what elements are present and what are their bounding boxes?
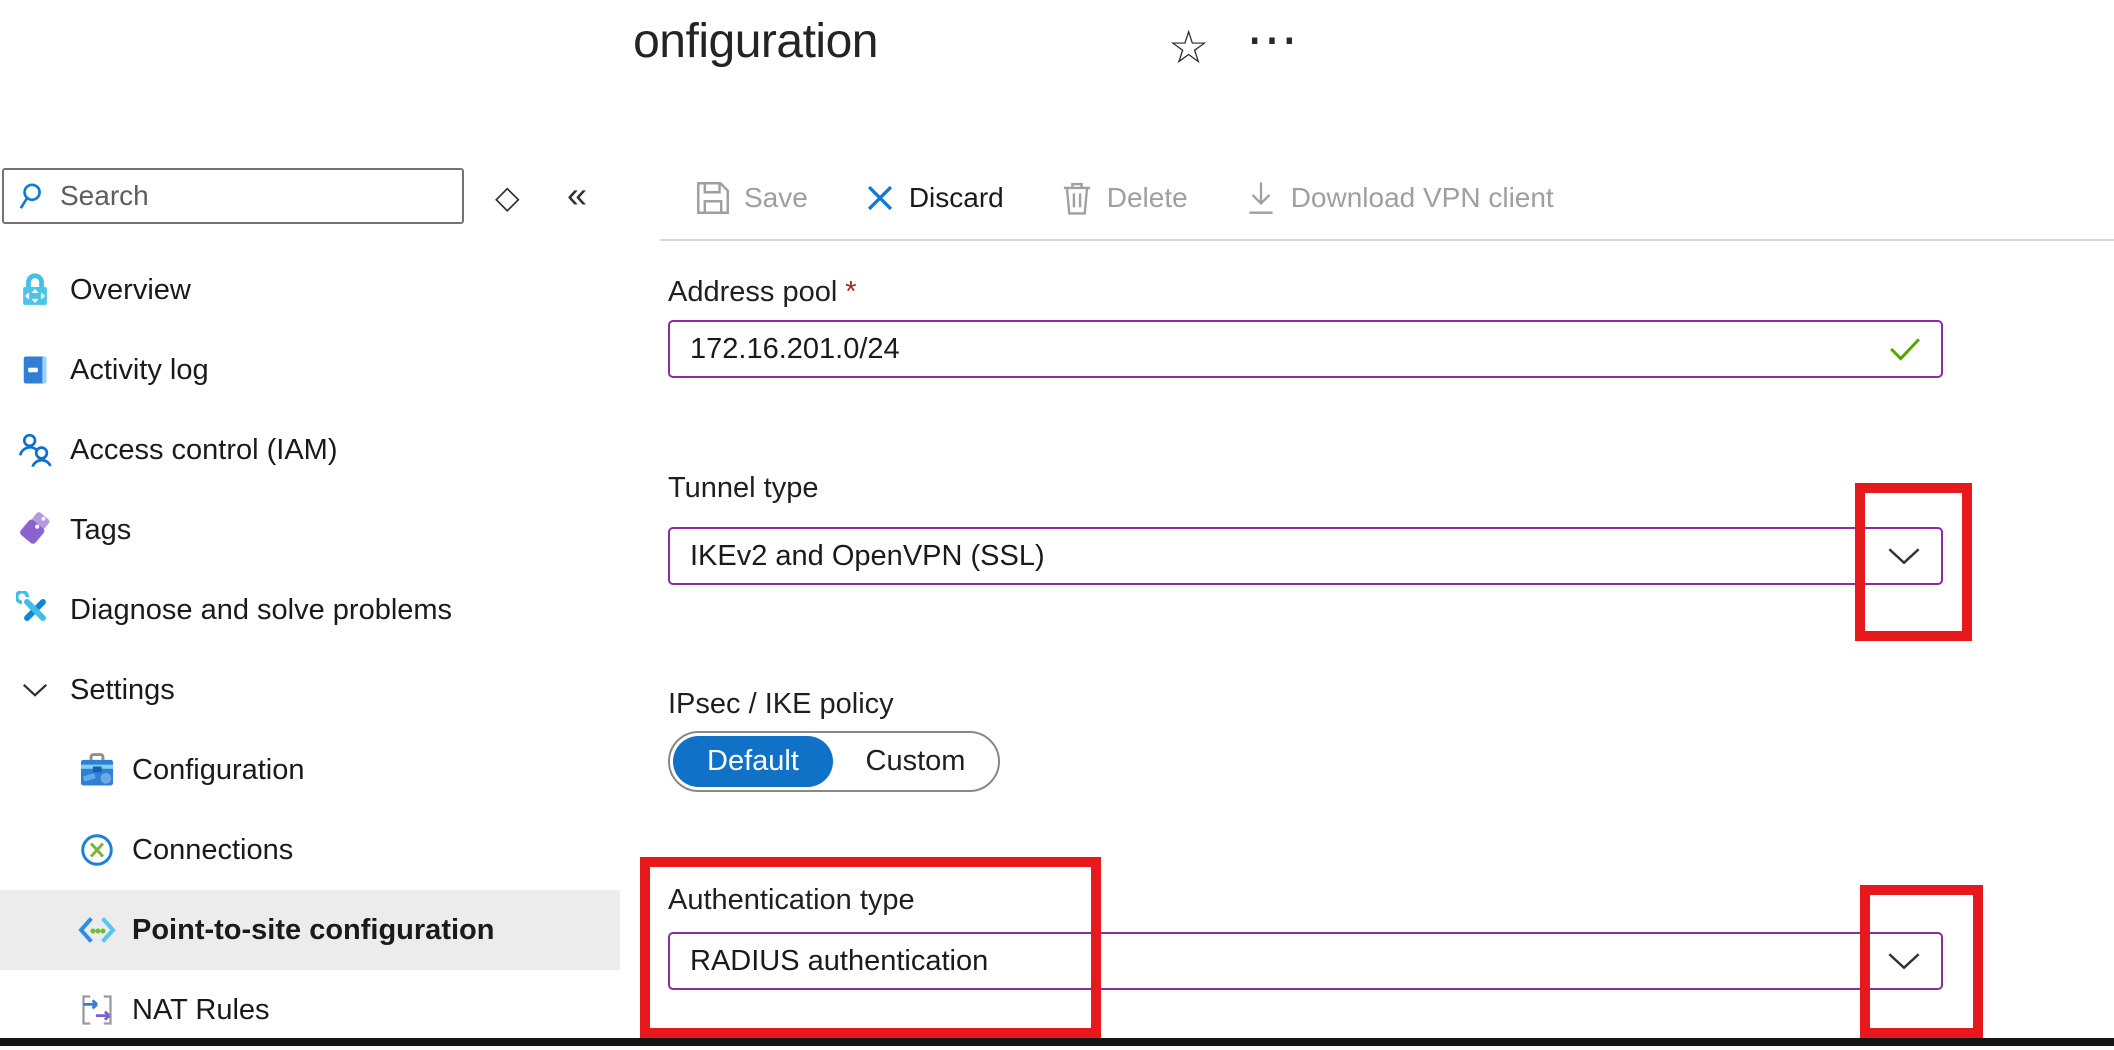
point-to-site-icon [78, 911, 116, 949]
sidebar-item-label: Diagnose and solve problems [70, 594, 452, 627]
more-options-icon[interactable]: ⋯ [1246, 10, 1298, 70]
command-bar: Save Discard Delete Download VPN client [695, 170, 1554, 226]
activity-log-icon [16, 351, 54, 389]
sidebar-item-activity-log[interactable]: Activity log [0, 330, 633, 410]
tags-icon [16, 511, 54, 549]
sidebar-item-label: Configuration [132, 754, 305, 787]
authentication-type-label: Authentication type [668, 884, 915, 917]
toolbox-icon [78, 751, 116, 789]
save-label: Save [744, 182, 808, 214]
sidebar-item-label: NAT Rules [132, 994, 270, 1027]
tunnel-type-label: Tunnel type [668, 472, 818, 505]
sidebar-item-label: Point-to-site configuration [132, 914, 494, 947]
discard-button[interactable]: Discard [864, 182, 1004, 214]
delete-label: Delete [1107, 182, 1188, 214]
sidebar-item-label: Access control (IAM) [70, 434, 338, 467]
download-label: Download VPN client [1291, 182, 1554, 214]
chevron-down-icon [16, 671, 54, 709]
sidebar-item-diagnose[interactable]: Diagnose and solve problems [0, 570, 633, 650]
connections-icon [78, 831, 116, 869]
tunnel-type-value: IKEv2 and OpenVPN (SSL) [690, 540, 1045, 573]
save-icon [695, 180, 731, 216]
ipsec-option-default[interactable]: Default [673, 736, 833, 787]
sidebar-item-tags[interactable]: Tags [0, 490, 633, 570]
gateway-overview-icon [16, 271, 54, 309]
favorite-star-icon[interactable]: ☆ [1168, 20, 1209, 74]
sidebar-item-label: Activity log [70, 354, 209, 387]
collapse-menu-icon[interactable]: « [567, 174, 587, 216]
diagnose-icon [16, 591, 54, 629]
screenshot-bottom-edge [0, 1038, 2114, 1046]
ipsec-ike-policy-label: IPsec / IKE policy [668, 688, 894, 721]
nat-rules-icon [78, 991, 116, 1029]
sidebar-item-overview[interactable]: Overview [0, 250, 633, 330]
sidebar-item-connections[interactable]: Connections [0, 810, 633, 890]
access-control-icon [16, 431, 54, 469]
save-button[interactable]: Save [695, 180, 808, 216]
address-pool-value: 172.16.201.0/24 [690, 333, 900, 366]
required-asterisk: * [845, 276, 856, 308]
ipsec-ike-policy-toggle: Default Custom [668, 731, 1000, 792]
discard-label: Discard [909, 182, 1004, 214]
expander-icon[interactable]: ◇ [495, 178, 520, 216]
chevron-down-icon[interactable] [1887, 547, 1921, 565]
ipsec-option-custom[interactable]: Custom [833, 745, 998, 778]
download-vpn-client-button[interactable]: Download VPN client [1244, 180, 1554, 216]
valid-check-icon [1889, 336, 1921, 362]
sidebar-item-label: Tags [70, 514, 131, 547]
sidebar-item-label: Connections [132, 834, 293, 867]
tunnel-type-select[interactable]: IKEv2 and OpenVPN (SSL) [668, 527, 1943, 585]
address-pool-input[interactable]: 172.16.201.0/24 [668, 320, 1943, 378]
sidebar-item-access-control[interactable]: Access control (IAM) [0, 410, 633, 490]
chevron-down-icon[interactable] [1887, 952, 1921, 970]
search-icon [18, 181, 48, 211]
trash-icon [1060, 180, 1094, 216]
sidebar-search-box[interactable] [2, 168, 464, 224]
sidebar: ◇ « Overview Activity lo [0, 0, 633, 1046]
sidebar-item-settings[interactable]: Settings [0, 650, 633, 730]
authentication-type-value: RADIUS authentication [690, 945, 988, 978]
sidebar-nav: Overview Activity log Acc [0, 250, 633, 1050]
sidebar-item-label: Overview [70, 274, 191, 307]
discard-x-icon [864, 182, 896, 214]
sidebar-item-point-to-site[interactable]: Point-to-site configuration [0, 890, 620, 970]
download-icon [1244, 180, 1278, 216]
address-pool-label: Address pool* [668, 276, 857, 309]
search-input[interactable] [60, 180, 430, 212]
authentication-type-select[interactable]: RADIUS authentication [668, 932, 1943, 990]
toolbar-divider [660, 239, 2114, 241]
sidebar-item-configuration[interactable]: Configuration [0, 730, 633, 810]
delete-button[interactable]: Delete [1060, 180, 1188, 216]
sidebar-item-label: Settings [70, 674, 175, 707]
